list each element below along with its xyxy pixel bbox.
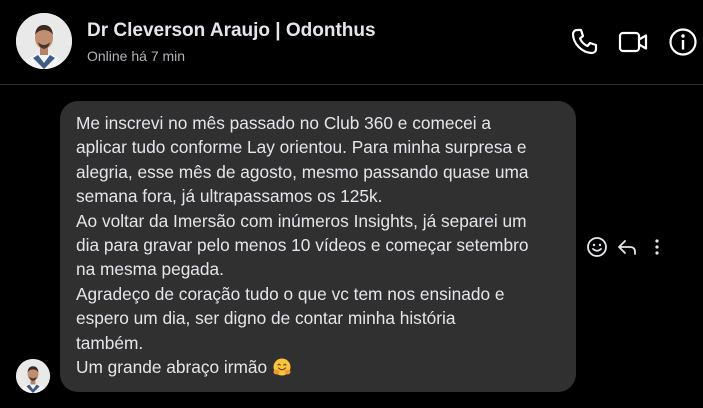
message-line: Um grande abraço irmão (76, 357, 268, 378)
message-line: dia para gravar pelo menos 10 vídeos e c… (76, 235, 529, 256)
video-camera-icon[interactable] (617, 26, 649, 58)
message-line: espero um dia, ser digno de contar minha… (76, 308, 456, 329)
message-line: semana fora, já ultrapassamos os 125k. (76, 186, 383, 207)
message-line-last: Um grande abraço irmão (76, 355, 560, 379)
more-options-icon[interactable] (650, 236, 664, 260)
message-line: Me inscrevi no mês passado no Club 360 e… (76, 113, 491, 133)
contact-status: Online há 7 min (87, 48, 186, 64)
message-line: também. (76, 332, 144, 353)
hugging-face-icon (272, 357, 292, 377)
sender-avatar[interactable] (16, 359, 50, 393)
avatar-photo (16, 359, 50, 393)
message-bubble[interactable]: Me inscrevi no mês passado no Club 360 e… (60, 101, 576, 392)
phone-icon[interactable] (568, 26, 600, 58)
reply-arrow-icon[interactable] (616, 236, 638, 260)
message-line: Ao voltar da Imersão com inúmeros Insigh… (76, 210, 527, 231)
message-line: aplicar tudo conforme Lay orientou. Para… (76, 137, 527, 158)
message-line: Agradeço de coração tudo o que vc tem no… (76, 283, 505, 304)
message-line: alegria, esse mês de agosto, mesmo passa… (76, 161, 529, 182)
avatar-photo (16, 13, 72, 69)
contact-avatar[interactable] (16, 13, 72, 69)
message-line: na mesma pegada. (76, 259, 224, 280)
react-smiley-icon[interactable] (586, 236, 608, 260)
contact-name[interactable]: Dr Cleverson Araujo | Odonthus (87, 20, 376, 42)
chat-header: Dr Cleverson Araujo | Odonthus Online há… (0, 0, 703, 84)
header-divider (0, 84, 703, 85)
info-icon[interactable] (667, 26, 699, 58)
